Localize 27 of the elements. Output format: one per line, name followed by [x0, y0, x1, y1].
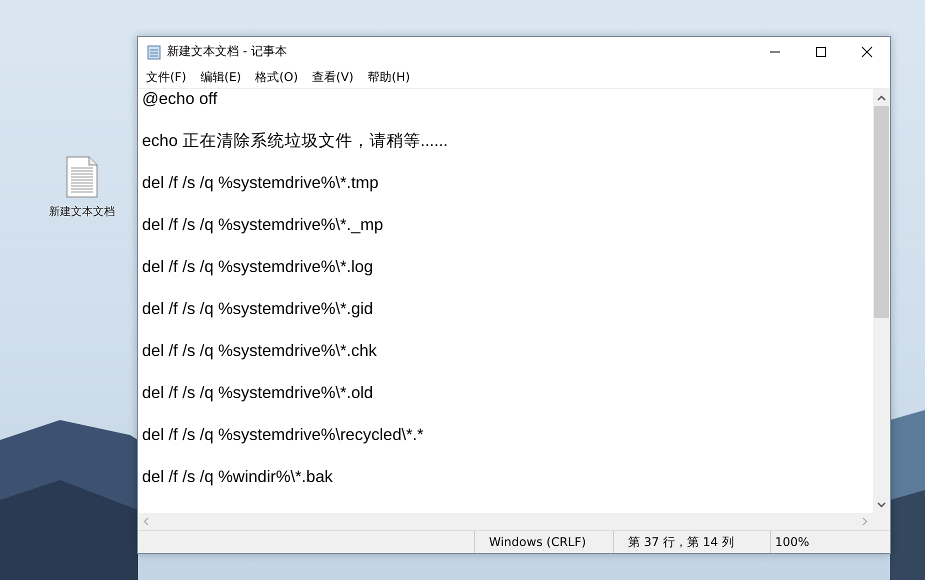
scrollbar-thumb[interactable] — [874, 106, 889, 318]
desktop-icon-label[interactable]: 新建文本文档 — [49, 204, 115, 219]
text-line: del /f /s /q %systemdrive%\recycled\*.* — [142, 425, 425, 446]
menu-item[interactable]: 格式(O) — [250, 68, 304, 86]
line-ending-status: Windows (CRLF) — [474, 531, 613, 553]
cursor-position-status: 第 37 行，第 14 列 — [613, 531, 770, 553]
text-line: @echo off — [142, 89, 218, 110]
menu-item[interactable]: 编辑(E) — [195, 68, 246, 86]
text-line: del /f /s /q %systemdrive%\*.log — [142, 257, 374, 278]
zoom-status: 100% — [770, 531, 890, 553]
horizontal-scrollbar[interactable] — [138, 513, 873, 530]
vertical-scrollbar[interactable] — [873, 89, 890, 513]
text-line: del /f /s /q %systemdrive%\*._mp — [142, 215, 384, 236]
menu-item[interactable]: 文件(F) — [141, 68, 192, 86]
text-line: del /f /s /q %windir%\*.bak — [142, 467, 334, 488]
text-line: del /f /s /q %systemdrive%\*.chk — [142, 341, 378, 362]
close-icon — [861, 46, 873, 58]
notepad-icon — [147, 44, 161, 60]
menu-item[interactable]: 查看(V) — [307, 68, 359, 86]
text-line: del /f /s /q %systemdrive%\*.tmp — [142, 173, 380, 194]
maximize-icon — [815, 46, 827, 58]
text-line: echo 正在清除系统垃圾文件，请稍等...... — [142, 131, 449, 152]
menu-item[interactable]: 帮助(H) — [362, 68, 415, 86]
text-line: del /f /s /q %systemdrive%\*.gid — [142, 299, 374, 320]
document-icon[interactable] — [66, 156, 98, 198]
window-title: 新建文本文档 - 记事本 — [167, 43, 287, 60]
text-line: del /f /s /q %systemdrive%\*.old — [142, 383, 374, 404]
